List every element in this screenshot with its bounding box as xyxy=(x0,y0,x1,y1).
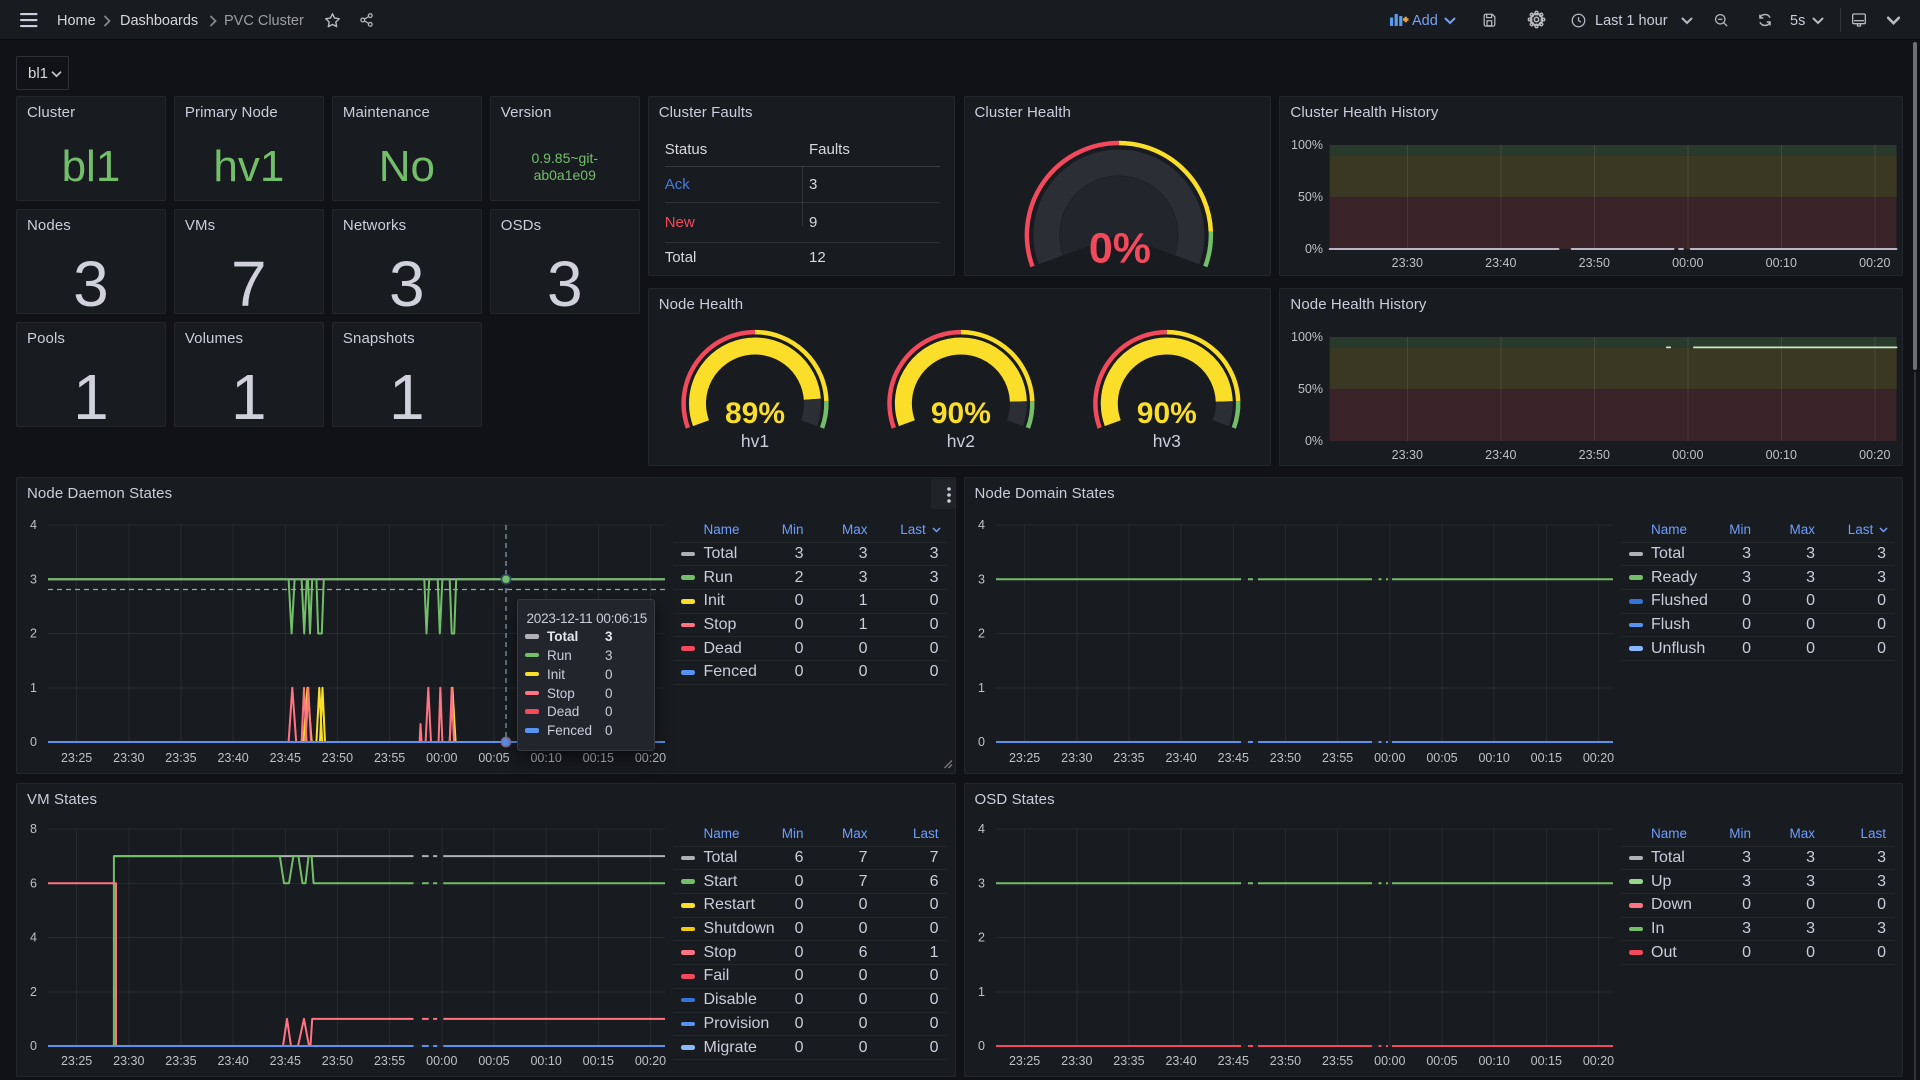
svg-text:00:15: 00:15 xyxy=(583,751,614,765)
svg-text:00:00: 00:00 xyxy=(1673,256,1704,270)
svg-text:00:20: 00:20 xyxy=(1860,447,1891,461)
svg-text:23:30: 23:30 xyxy=(1061,751,1092,765)
svg-text:23:35: 23:35 xyxy=(1113,1054,1144,1068)
svg-text:50%: 50% xyxy=(1298,190,1323,204)
svg-text:23:40: 23:40 xyxy=(1165,751,1196,765)
svg-text:90%: 90% xyxy=(931,396,991,429)
svg-text:23:40: 23:40 xyxy=(217,751,248,765)
svg-text:50%: 50% xyxy=(1298,381,1323,395)
svg-text:23:40: 23:40 xyxy=(217,1054,248,1068)
svg-text:3: 3 xyxy=(30,572,37,586)
svg-text:00:00: 00:00 xyxy=(1374,751,1405,765)
svg-text:23:50: 23:50 xyxy=(322,1054,353,1068)
svg-text:23:55: 23:55 xyxy=(1321,1054,1352,1068)
svg-text:4: 4 xyxy=(978,518,985,532)
svg-text:2: 2 xyxy=(978,931,985,945)
svg-text:0%: 0% xyxy=(1305,433,1323,447)
svg-text:hv1: hv1 xyxy=(741,430,769,450)
svg-text:89%: 89% xyxy=(725,396,785,429)
svg-text:2: 2 xyxy=(978,627,985,641)
svg-text:23:55: 23:55 xyxy=(374,751,405,765)
svg-text:23:45: 23:45 xyxy=(1217,1054,1248,1068)
svg-text:00:05: 00:05 xyxy=(1426,751,1457,765)
svg-text:23:50: 23:50 xyxy=(1579,447,1610,461)
svg-text:6: 6 xyxy=(30,876,37,890)
svg-text:23:25: 23:25 xyxy=(61,1054,92,1068)
svg-text:00:10: 00:10 xyxy=(1478,751,1509,765)
svg-text:2: 2 xyxy=(30,627,37,641)
svg-text:00:20: 00:20 xyxy=(1860,256,1891,270)
svg-text:00:10: 00:10 xyxy=(1766,447,1797,461)
svg-text:00:20: 00:20 xyxy=(1582,751,1613,765)
svg-text:00:05: 00:05 xyxy=(478,1054,509,1068)
svg-text:23:40: 23:40 xyxy=(1486,447,1517,461)
svg-text:100%: 100% xyxy=(1291,330,1323,344)
svg-text:8: 8 xyxy=(30,822,37,836)
svg-text:1: 1 xyxy=(978,985,985,999)
svg-text:0%: 0% xyxy=(1305,242,1323,256)
svg-text:hv3: hv3 xyxy=(1152,430,1180,450)
svg-text:23:45: 23:45 xyxy=(1217,751,1248,765)
svg-text:23:40: 23:40 xyxy=(1486,256,1517,270)
svg-text:23:30: 23:30 xyxy=(113,751,144,765)
svg-text:23:55: 23:55 xyxy=(374,1054,405,1068)
svg-text:100%: 100% xyxy=(1291,138,1323,152)
svg-text:90%: 90% xyxy=(1136,396,1196,429)
svg-text:4: 4 xyxy=(30,931,37,945)
svg-text:23:35: 23:35 xyxy=(165,1054,196,1068)
svg-text:0: 0 xyxy=(30,1039,37,1053)
svg-text:00:10: 00:10 xyxy=(1478,1054,1509,1068)
svg-text:23:25: 23:25 xyxy=(1008,751,1039,765)
svg-text:1: 1 xyxy=(30,681,37,695)
svg-text:00:10: 00:10 xyxy=(530,1054,561,1068)
svg-text:00:20: 00:20 xyxy=(1582,1054,1613,1068)
svg-text:00:15: 00:15 xyxy=(1530,751,1561,765)
svg-text:00:00: 00:00 xyxy=(1673,447,1704,461)
svg-text:0: 0 xyxy=(30,735,37,749)
svg-text:23:30: 23:30 xyxy=(1392,447,1423,461)
svg-text:23:45: 23:45 xyxy=(270,751,301,765)
svg-text:2: 2 xyxy=(30,985,37,999)
svg-text:23:50: 23:50 xyxy=(322,751,353,765)
svg-text:23:35: 23:35 xyxy=(1113,751,1144,765)
svg-text:1: 1 xyxy=(978,681,985,695)
svg-text:23:40: 23:40 xyxy=(1165,1054,1196,1068)
svg-text:23:30: 23:30 xyxy=(113,1054,144,1068)
svg-text:23:25: 23:25 xyxy=(61,751,92,765)
svg-text:00:15: 00:15 xyxy=(583,1054,614,1068)
svg-text:23:50: 23:50 xyxy=(1579,256,1610,270)
svg-text:23:50: 23:50 xyxy=(1269,751,1300,765)
svg-text:3: 3 xyxy=(978,572,985,586)
svg-text:0%: 0% xyxy=(1088,224,1150,272)
svg-text:3: 3 xyxy=(978,876,985,890)
svg-text:4: 4 xyxy=(978,822,985,836)
svg-text:0: 0 xyxy=(978,735,985,749)
svg-text:23:45: 23:45 xyxy=(270,1054,301,1068)
svg-text:00:10: 00:10 xyxy=(530,751,561,765)
svg-text:23:25: 23:25 xyxy=(1008,1054,1039,1068)
svg-text:00:05: 00:05 xyxy=(1426,1054,1457,1068)
svg-text:23:35: 23:35 xyxy=(165,751,196,765)
svg-text:23:30: 23:30 xyxy=(1061,1054,1092,1068)
svg-text:hv2: hv2 xyxy=(946,430,974,450)
svg-text:00:10: 00:10 xyxy=(1766,256,1797,270)
svg-text:00:20: 00:20 xyxy=(635,751,666,765)
svg-text:00:20: 00:20 xyxy=(635,1054,666,1068)
svg-text:00:15: 00:15 xyxy=(1530,1054,1561,1068)
svg-text:0: 0 xyxy=(978,1039,985,1053)
svg-text:23:50: 23:50 xyxy=(1269,1054,1300,1068)
svg-text:00:00: 00:00 xyxy=(426,1054,457,1068)
svg-text:00:00: 00:00 xyxy=(426,751,457,765)
svg-text:23:30: 23:30 xyxy=(1392,256,1423,270)
svg-text:00:00: 00:00 xyxy=(1374,1054,1405,1068)
svg-text:00:05: 00:05 xyxy=(478,751,509,765)
svg-text:4: 4 xyxy=(30,518,37,532)
svg-text:23:55: 23:55 xyxy=(1321,751,1352,765)
